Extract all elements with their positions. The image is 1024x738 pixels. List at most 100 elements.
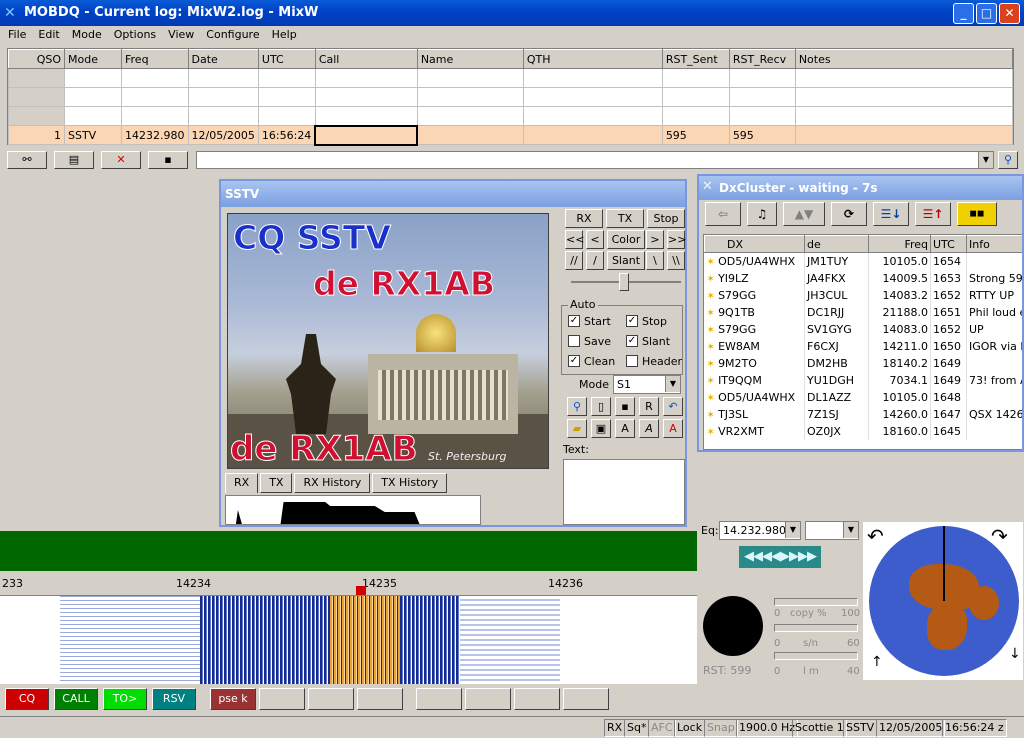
macro-empty-button[interactable] (563, 688, 609, 710)
rotate-right-icon[interactable]: ↷ (991, 524, 1008, 548)
save-checkbox[interactable]: Save (568, 334, 611, 348)
export-button[interactable]: ☰↑ (915, 202, 951, 226)
cell-rst-recv[interactable]: 595 (728, 125, 796, 145)
macro-psek-button[interactable]: pse k (210, 688, 256, 710)
table-row[interactable] (8, 68, 1014, 88)
col-mode[interactable]: Mode (64, 49, 122, 69)
r-button[interactable]: R (639, 397, 659, 416)
table-row[interactable] (8, 106, 1014, 126)
col-call[interactable]: Call (314, 49, 418, 69)
cell-call[interactable] (314, 124, 419, 146)
back-button[interactable]: ⇦ (705, 202, 741, 226)
dx-row[interactable]: ✶ S79GG SV1GYG 14083.0 1652 UP (704, 320, 1022, 338)
clear-button[interactable]: ✕ (101, 151, 141, 169)
afc-tune-button[interactable]: ◀◀◀◀▶▶▶▶ (739, 546, 821, 568)
dx-row[interactable]: ✶ TJ3SL 7Z1SJ 14260.0 1647 QSX 1426 (704, 405, 1022, 423)
status-sq[interactable]: Sq* (624, 719, 650, 737)
col-rst-recv[interactable]: RST_Recv (728, 49, 796, 69)
col-date[interactable]: Date (187, 49, 259, 69)
slant-toggle-button[interactable]: Slant (607, 251, 645, 270)
col-utc[interactable]: UTC (257, 49, 316, 69)
chevron-down-icon[interactable]: ▼ (978, 152, 993, 168)
slant-button[interactable]: / (586, 251, 604, 270)
zoom-button[interactable]: ⚲ (567, 397, 587, 416)
col-dx[interactable]: DX (704, 235, 805, 253)
tab-tx[interactable]: TX (260, 473, 293, 493)
cell-notes[interactable] (794, 125, 1014, 145)
back-slant-button[interactable]: \ (646, 251, 664, 270)
menu-file[interactable]: File (2, 26, 32, 45)
clean-checkbox[interactable]: ✓ Clean (568, 354, 615, 368)
updown-button[interactable]: ▲▼ (783, 202, 825, 226)
start-checkbox[interactable]: ✓ Start (568, 314, 611, 328)
col-qso[interactable]: QSO (8, 49, 65, 69)
slider-thumb[interactable] (619, 273, 629, 291)
col-dxutc[interactable]: UTC (930, 235, 967, 253)
minimize-button[interactable]: _ (953, 3, 974, 24)
open-button[interactable]: ▰ (567, 419, 587, 438)
flag-icon[interactable] (356, 586, 366, 595)
tx-button[interactable]: TX (606, 209, 644, 228)
tab-tx-history[interactable]: TX History (372, 473, 448, 493)
maximize-button[interactable]: □ (976, 3, 997, 24)
freq-select[interactable]: 14.232.980 ▼ (719, 521, 801, 540)
header-checkbox[interactable]: Header (626, 354, 682, 368)
rx-button[interactable]: RX (565, 209, 603, 228)
tab-rx[interactable]: RX (225, 473, 259, 493)
macro-empty-button[interactable] (357, 688, 403, 710)
status-rx[interactable]: RX (604, 719, 626, 737)
refresh-button[interactable]: ⟳ (831, 202, 867, 226)
macro-empty-button[interactable] (308, 688, 354, 710)
stop-button[interactable]: Stop (647, 209, 685, 228)
sstv-title[interactable]: SSTV (221, 181, 685, 207)
menu-mode[interactable]: Mode (66, 26, 108, 45)
menu-edit[interactable]: Edit (32, 26, 65, 45)
paste-button[interactable]: ▣ (591, 419, 611, 438)
text-input[interactable] (563, 459, 685, 525)
menu-view[interactable]: View (162, 26, 200, 45)
dx-row[interactable]: ✶ OD5/UA4WHX DL1AZZ 10105.0 1648 (704, 388, 1022, 406)
dx-row[interactable]: ✶ 9Q1TB DC1RJJ 21188.0 1651 Phil loud e (704, 303, 1022, 321)
cell-mode[interactable]: SSTV (64, 125, 122, 145)
listen-button[interactable]: ♫ (747, 202, 777, 226)
col-de[interactable]: de (804, 235, 869, 253)
text-color-button[interactable]: A (663, 419, 683, 438)
lookup-button[interactable]: ⚯ (7, 151, 47, 169)
col-name[interactable]: Name (416, 49, 524, 69)
macro-empty-button[interactable] (259, 688, 305, 710)
status-mode[interactable]: Scottie 1 (792, 719, 847, 737)
macro-empty-button[interactable] (416, 688, 462, 710)
status-afc[interactable]: AFC (648, 719, 676, 737)
chevron-down-icon[interactable]: ▼ (843, 522, 858, 538)
dx-row[interactable]: ✶ 9M2TO DM2HB 18140.2 1649 (704, 354, 1022, 372)
dx-row[interactable]: ✶ EW8AM F6CXJ 14211.0 1650 IGOR via b (704, 337, 1022, 355)
save-image-button[interactable]: ▪ (615, 397, 635, 416)
dx-row[interactable]: ✶ YI9LZ JA4FKX 14009.5 1653 Strong 599 (704, 269, 1022, 287)
mode-select[interactable]: S1 ▼ (613, 375, 681, 394)
close-button[interactable]: ✕ (999, 3, 1020, 24)
arrow-down-icon[interactable]: ↓ (1009, 646, 1021, 662)
new-button[interactable]: ▯ (591, 397, 611, 416)
dx-row[interactable]: ✶ IT9QQMYU1DGH7034.1164973! from Ac (704, 371, 1022, 389)
col-rst-sent[interactable]: RST_Sent (661, 49, 730, 69)
status-snap[interactable]: Snap (704, 719, 738, 737)
color-button[interactable]: Color (607, 230, 645, 249)
import-button[interactable]: ☰↓ (873, 202, 909, 226)
status-type[interactable]: SSTV (843, 719, 878, 737)
cell-rst-sent[interactable]: 595 (661, 125, 730, 145)
status-lock[interactable]: Lock (674, 719, 706, 737)
slant-fast-button[interactable]: // (565, 251, 583, 270)
shift-right-fast-button[interactable]: >> (667, 230, 686, 249)
band-select[interactable]: ▼ (805, 521, 859, 540)
menu-help[interactable]: Help (266, 26, 303, 45)
rotate-left-icon[interactable]: ↶ (867, 524, 884, 548)
cell-freq[interactable]: 14232.980 (121, 125, 189, 145)
frequency-ruler[interactable]: 233 14234 14235 14236 (0, 574, 697, 596)
table-row-current[interactable]: 1 SSTV 14232.980 12/05/2005 16:56:24 595… (8, 124, 1014, 146)
arrow-up-icon[interactable]: ↑ (871, 654, 883, 670)
back-slant-fast-button[interactable]: \\ (667, 251, 685, 270)
col-freq[interactable]: Freq (121, 49, 189, 69)
macro-empty-button[interactable] (465, 688, 511, 710)
col-info[interactable]: Info (966, 235, 1022, 253)
tab-rx-history[interactable]: RX History (294, 473, 371, 493)
